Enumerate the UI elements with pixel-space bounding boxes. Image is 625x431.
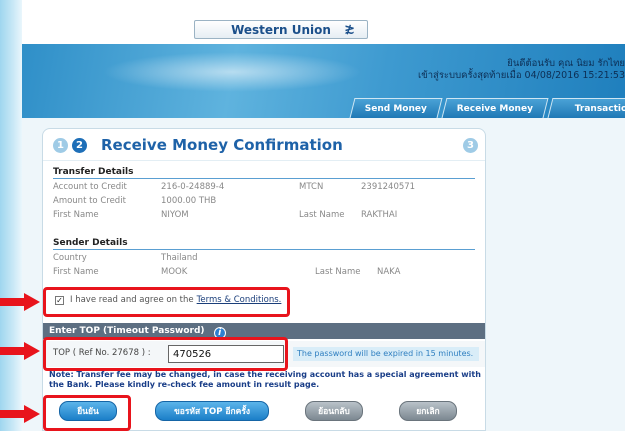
arrow-right-icon xyxy=(0,293,40,311)
fee-note: Note: Transfer fee may be changed, in ca… xyxy=(49,370,481,389)
left-gradient-strip xyxy=(0,0,22,431)
top-expiry-notice: The password will be expired in 15 minut… xyxy=(293,347,479,361)
panel-header: 1 2 Receive Money Confirmation 3 xyxy=(43,129,485,161)
service-dropdown-label: Western Union xyxy=(231,22,331,37)
back-button[interactable]: ย้อนกลับ xyxy=(305,401,363,421)
welcome-user: ยินดีต้อนรับ คุณ นิยม รักไทย xyxy=(507,58,625,69)
sender-last-name-value: NAKA xyxy=(377,267,401,277)
service-dropdown[interactable]: Western Union ≵ xyxy=(194,20,368,39)
annotation-box-confirm xyxy=(43,395,131,431)
sender-last-name-label: Last Name xyxy=(315,267,361,277)
banner-sparkle xyxy=(102,52,362,92)
sender-first-name-value: MOOK xyxy=(161,267,188,277)
sender-details-divider xyxy=(53,249,475,250)
annotation-box-terms xyxy=(43,287,290,317)
amount-label: Amount to Credit xyxy=(53,196,126,206)
account-value: 216-0-24889-4 xyxy=(161,182,225,192)
tab-transaction-status[interactable]: Transaction Status xyxy=(547,98,625,118)
receiver-last-name-value: RAKTHAI xyxy=(361,210,398,220)
annotation-box-top-input xyxy=(43,337,288,371)
top-heading-text: Enter TOP (Timeout Password) xyxy=(49,326,205,336)
receiver-first-name-value: NIYOM xyxy=(161,210,189,220)
receiver-first-name-label: First Name xyxy=(53,210,99,220)
welcome-message: ยินดีต้อนรับ คุณ นิยม รักไทย เข้าสู่ระบบ… xyxy=(418,58,625,82)
sender-details-heading: Sender Details xyxy=(53,238,128,248)
amount-value: 1000.00 THB xyxy=(161,196,217,206)
step-3-indicator: 3 xyxy=(463,138,478,153)
transfer-details-heading: Transfer Details xyxy=(53,167,134,177)
main-tabs: Send Money Receive Money Transaction Sta… xyxy=(349,98,625,118)
country-value: Thailand xyxy=(161,253,198,263)
last-login: เข้าสู่ระบบครั้งสุดท้ายเมื่อ 04/08/2016 … xyxy=(417,70,625,81)
step-1-indicator: 1 xyxy=(53,138,68,153)
mtcn-value: 2391240571 xyxy=(361,182,416,192)
receiver-last-name-label: Last Name xyxy=(299,210,345,220)
mtcn-label: MTCN xyxy=(299,182,324,192)
arrow-right-icon xyxy=(0,405,40,423)
chevron-down-icon: ≵ xyxy=(344,22,355,37)
sender-first-name-label: First Name xyxy=(53,267,99,277)
step-2-indicator: 2 xyxy=(72,138,87,153)
country-label: Country xyxy=(53,253,87,263)
tab-receive-money[interactable]: Receive Money xyxy=(441,98,549,118)
arrow-right-icon xyxy=(0,342,40,360)
tab-send-money[interactable]: Send Money xyxy=(349,98,443,118)
cancel-button[interactable]: ยกเลิก xyxy=(399,401,457,421)
page-title: Receive Money Confirmation xyxy=(101,136,343,154)
confirmation-panel: 1 2 Receive Money Confirmation 3 Transfe… xyxy=(42,128,486,431)
transfer-details-divider xyxy=(53,178,475,179)
account-label: Account to Credit xyxy=(53,182,127,192)
request-top-again-button[interactable]: ขอรหัส TOP อีกครั้ง xyxy=(155,401,269,421)
